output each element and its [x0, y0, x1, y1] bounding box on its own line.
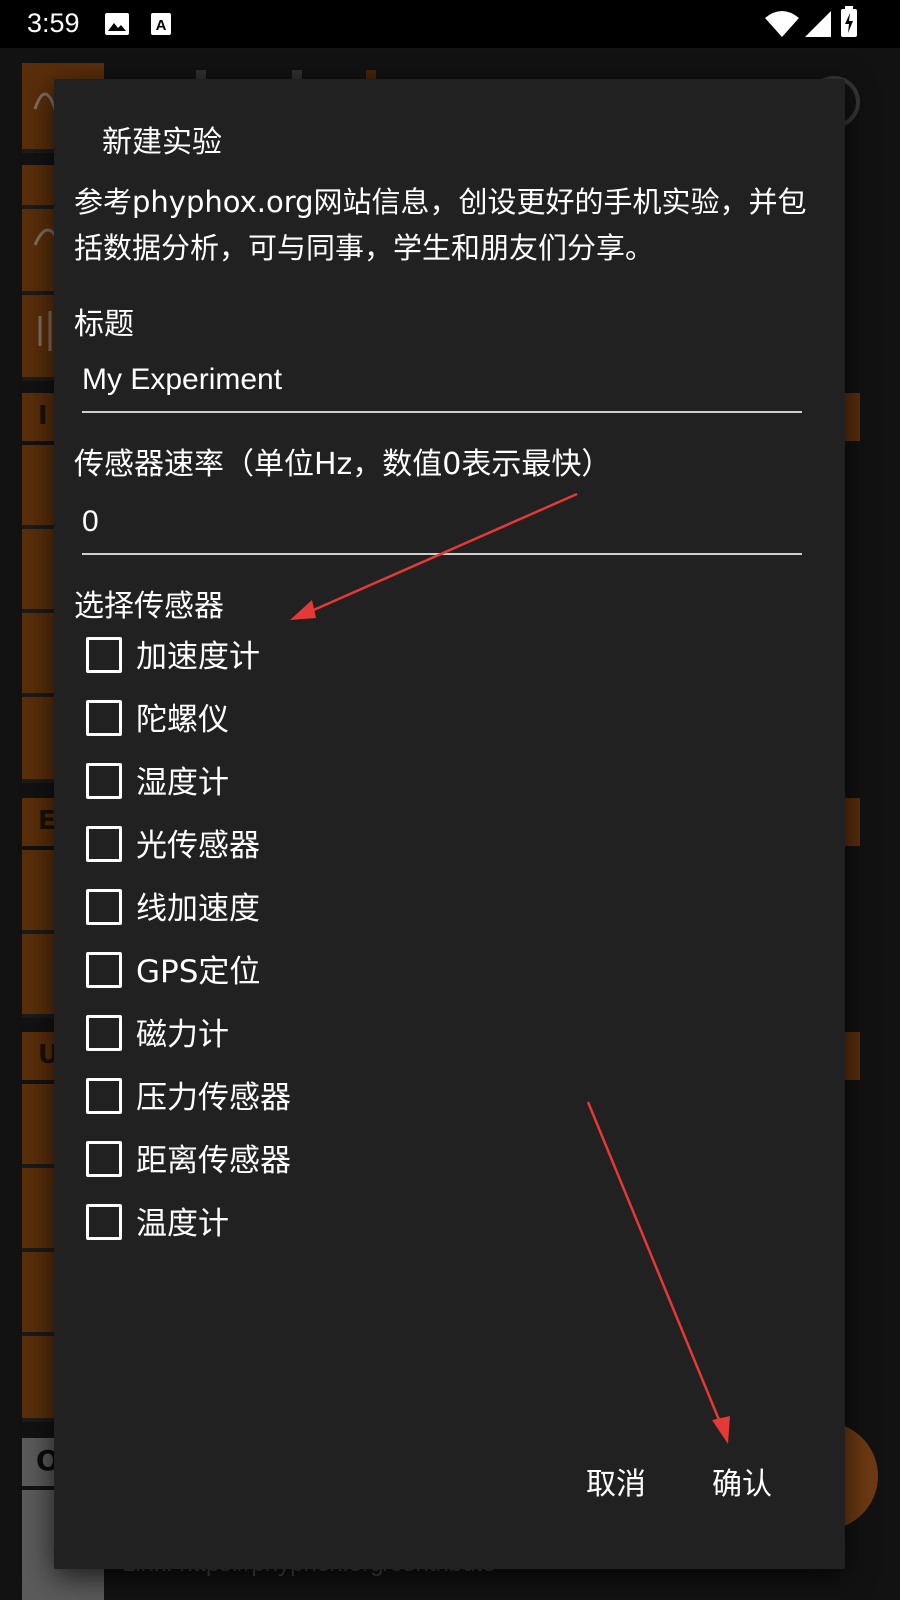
checkbox-icon[interactable] [86, 763, 122, 799]
cancel-button[interactable]: 取消 [576, 1453, 656, 1509]
sensor-label: GPS定位 [136, 954, 261, 990]
rate-input-value: 0 [82, 505, 99, 538]
sensor-checkbox-gps[interactable]: GPS定位 [86, 942, 586, 996]
sensor-checkbox-linear-acceleration[interactable]: 线加速度 [86, 879, 586, 933]
wifi-icon [765, 11, 799, 37]
svg-text:A: A [156, 17, 167, 34]
title-input[interactable]: My Experiment [82, 359, 802, 413]
sensor-label: 加速度计 [136, 639, 260, 675]
checkbox-icon[interactable] [86, 637, 122, 673]
sensor-label: 陀螺仪 [136, 702, 229, 738]
title-input-value: My Experiment [82, 363, 283, 396]
sensor-label: 距离传感器 [136, 1143, 291, 1179]
signal-icon [805, 11, 831, 37]
confirm-button[interactable]: 确认 [702, 1453, 782, 1509]
battery-charging-icon [841, 6, 857, 37]
sensor-label: 磁力计 [136, 1017, 229, 1053]
title-field-label: 标题 [74, 307, 134, 342]
sensor-checkbox-magnetometer[interactable]: 磁力计 [86, 1005, 586, 1059]
rate-field-label: 传感器速率（单位Hz，数值0表示最快） [74, 447, 612, 482]
sensor-checkbox-light[interactable]: 光传感器 [86, 816, 586, 870]
checkbox-icon[interactable] [86, 952, 122, 988]
dialog-title: 新建实验 [102, 125, 222, 160]
sensor-label: 线加速度 [136, 891, 260, 927]
sensor-checkbox-proximity[interactable]: 距离传感器 [86, 1131, 586, 1185]
sensor-label: 温度计 [136, 1206, 229, 1242]
sensor-label: 光传感器 [136, 828, 260, 864]
checkbox-icon[interactable] [86, 1141, 122, 1177]
image-icon [105, 13, 129, 35]
sensor-label: 压力传感器 [136, 1080, 291, 1116]
sensor-checkbox-accelerometer[interactable]: 加速度计 [86, 627, 586, 681]
a-box-icon: A [151, 13, 171, 35]
checkbox-icon[interactable] [86, 889, 122, 925]
sensor-checkbox-hygrometer[interactable]: 湿度计 [86, 753, 586, 807]
checkbox-icon[interactable] [86, 1078, 122, 1114]
checkbox-icon[interactable] [86, 826, 122, 862]
status-time: 3:59 [27, 8, 80, 38]
sensor-checkbox-thermometer[interactable]: 温度计 [86, 1194, 586, 1248]
sensor-checkbox-gyroscope[interactable]: 陀螺仪 [86, 690, 586, 744]
checkbox-icon[interactable] [86, 1204, 122, 1240]
sensors-label: 选择传感器 [74, 589, 224, 624]
sensor-label: 湿度计 [136, 765, 229, 801]
rate-input[interactable]: 0 [82, 501, 802, 555]
checkbox-icon[interactable] [86, 1015, 122, 1051]
sensor-checkbox-pressure[interactable]: 压力传感器 [86, 1068, 586, 1122]
checkbox-icon[interactable] [86, 700, 122, 736]
status-bar: 3:59 A [0, 0, 900, 48]
dialog-description: 参考phyphox.org网站信息，创设更好的手机实验，并包括数据分析，可与同事… [74, 185, 807, 265]
new-experiment-dialog: 新建实验 参考phyphox.org网站信息，创设更好的手机实验，并包括数据分析… [54, 79, 845, 1569]
